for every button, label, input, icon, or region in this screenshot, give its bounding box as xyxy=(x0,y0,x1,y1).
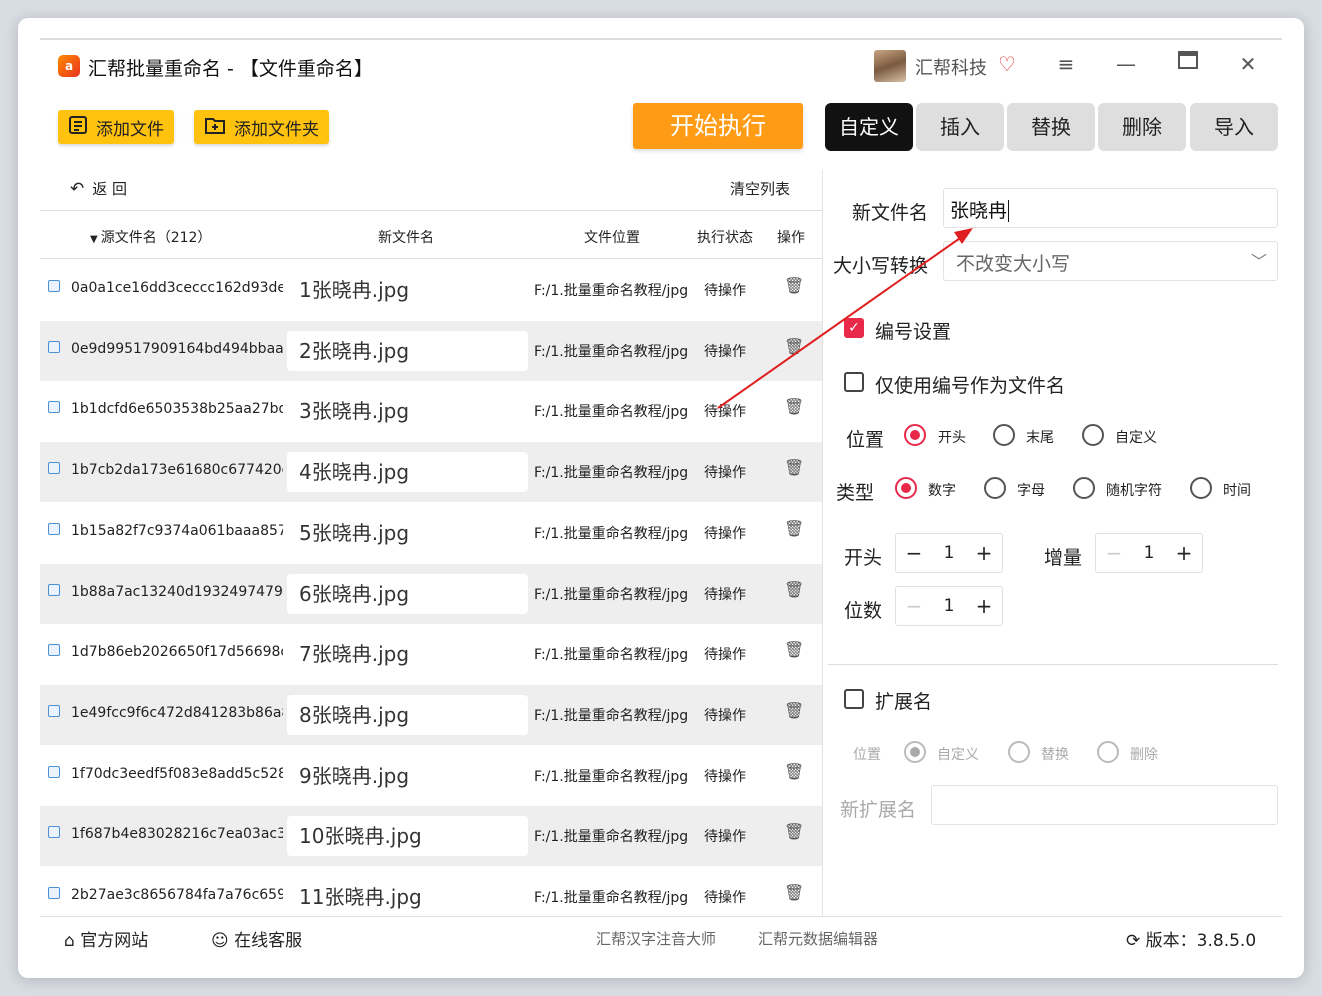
website-label: 官方网站 xyxy=(80,931,149,951)
support-label: 在线客服 xyxy=(234,931,303,951)
website-link[interactable]: ⌂ 官方网站 xyxy=(64,926,148,951)
link-pinyin-tool[interactable]: 汇帮汉字注音大师 xyxy=(596,928,716,949)
version-info: ⟳ 版本：3.8.5.0 xyxy=(1126,926,1256,951)
link-metadata-editor[interactable]: 汇帮元数据编辑器 xyxy=(758,928,878,949)
footer: ⌂ 官方网站 ☺ 在线客服 汇帮汉字注音大师 汇帮元数据编辑器 ⟳ 版本：3.8… xyxy=(18,916,1304,960)
app-window: a 汇帮批量重命名 - 【文件重命名】 汇帮科技 ♡ ≡ — ✕ 添加文件 添加… xyxy=(18,18,1304,978)
home-icon: ⌂ xyxy=(64,931,75,951)
version-label: 版本：3.8.5.0 xyxy=(1145,931,1257,951)
refresh-icon[interactable]: ⟳ xyxy=(1126,931,1140,951)
annotation-arrow xyxy=(717,228,973,409)
support-link[interactable]: ☺ 在线客服 xyxy=(211,926,302,951)
support-icon: ☺ xyxy=(211,931,229,951)
